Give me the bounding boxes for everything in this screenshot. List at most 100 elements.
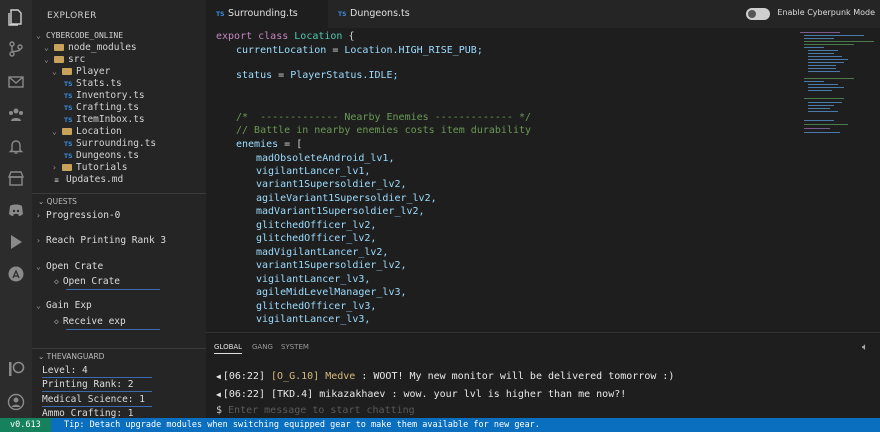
enemy-entry: madVigilantLancer_lv2, [256,247,389,258]
tree-file-surrounding[interactable]: TS Surrounding.ts [64,138,156,150]
megaphone-icon: ◀ [216,390,221,399]
chevron-down-icon: ⌄ [44,43,49,52]
code-editor[interactable]: export class Location { currentLocation … [206,28,796,332]
version-badge[interactable]: v0.613 [0,418,51,432]
stat-level: Level: 4 [42,365,88,376]
markdown-file-icon: ≡ [54,177,60,184]
chevron-down-icon: ⌄ [38,352,47,361]
divider [32,193,206,194]
chevron-right-icon: › [36,211,41,220]
tip-text: Tip: Detach upgrade modules when switchi… [64,420,540,430]
folder-icon [54,56,64,63]
enemy-entry: glitchedOfficer_lv3, [256,301,377,312]
quest-progress-bar [66,329,160,330]
stat-medical-science: Medical Science: 1 [42,394,145,405]
megaphone-icon: ◀ [216,372,221,381]
tree-file-inventory[interactable]: TS Inventory.ts [64,90,145,102]
tree-folder-src[interactable]: ⌄ src [44,54,85,66]
typescript-file-icon: TS [338,11,347,18]
cyberpunk-mode-label: Enable Cyberpunk Mode [777,8,875,17]
tree-file-updates[interactable]: ≡ Updates.md [54,174,123,186]
folder-icon [62,128,72,135]
chat-tab-system[interactable]: SYSTEM [281,343,309,351]
speaker-icon[interactable]: 🔈︎ [862,342,868,353]
enemy-entry: madObsoleteAndroid_lv1, [256,153,395,164]
quest-printing-rank[interactable]: › Reach Printing Rank 3 [36,235,166,247]
chat-input-placeholder: Enter message to start chatting [228,405,415,416]
code-line: export class Location { [216,31,355,42]
app-store-icon[interactable] [7,265,25,283]
quest-open-crate[interactable]: ⌄ Open Crate [36,261,103,273]
sidebar: EXPLORER ⌄ CYBERCODE_ONLINE ⌄ node_modules… [32,0,206,418]
chevron-down-icon: ⌄ [44,55,49,64]
chevron-down-icon: ⌄ [36,262,41,271]
account-icon[interactable] [7,393,25,411]
chevron-down-icon: ⌄ [36,301,41,310]
code-line: currentLocation = Location.HIGH_RISE_PUB… [236,45,483,56]
mail-icon[interactable] [7,73,25,91]
code-line: status = PlayerStatus.IDLE; [236,70,399,81]
editor-tabs: TS Surrounding.ts TS Dungeons.ts Enable Cy… [206,0,880,28]
chevron-right-icon: › [52,163,57,172]
minimap[interactable] [796,28,880,332]
enemy-entry: madVariant1Supersoldier_lv2, [256,206,425,217]
folder-icon [62,164,72,171]
cyberpunk-mode-toggle[interactable] [746,8,770,20]
code-comment: // Battle in nearby enemies costs item d… [236,125,532,136]
enemy-entry: glitchedOfficer_lv2, [256,220,377,231]
chat-input[interactable]: $ Enter message to start chatting [216,405,415,416]
patreon-icon[interactable] [7,360,25,378]
tab-dungeons[interactable]: TS Dungeons.ts [328,0,438,28]
tree-file-stats[interactable]: TS Stats.ts [64,78,122,90]
group-icon[interactable] [7,105,25,123]
chevron-down-icon: ⌄ [52,127,57,136]
tab-surrounding[interactable]: TS Surrounding.ts [206,0,328,28]
enemy-entry: variant1Supersoldier_lv2, [256,260,407,271]
activity-bar [0,0,32,418]
divider [32,348,206,349]
enemy-entry: vigilantLancer_lv3, [256,314,371,325]
tree-root-cybercode-online[interactable]: ⌄ CYBERCODE_ONLINE [36,30,123,42]
bell-icon[interactable] [7,137,25,155]
quest-progression[interactable]: › Progression-0 [36,210,120,222]
enemy-entry: glitchedOfficer_lv2, [256,233,377,244]
tree-folder-player[interactable]: ⌄ Player [52,66,110,78]
chat-message: ◀ [06:22] [O_G.10] Medve : WOOT! My new m… [216,371,675,382]
tree-file-dungeons[interactable]: TS Dungeons.ts [64,150,139,162]
folder-icon [62,68,72,75]
chevron-down-icon: ⌄ [52,67,57,76]
task-diamond-icon: ◇ [54,277,59,286]
quests-header[interactable]: ⌄ QUESTS [32,197,206,206]
stat-printing-rank: Printing Rank: 2 [42,379,134,390]
quest-gain-exp[interactable]: ⌄ Gain Exp [36,300,92,312]
chat-panel: GLOBAL GANG SYSTEM 🔈︎ ◀ [06:22] [O_G.10] … [206,332,880,418]
faction-header[interactable]: ⌄ THEVANGUARD [32,352,206,361]
quest-task-receive-exp[interactable]: ◇ Receive exp [54,316,126,328]
chat-tab-gang[interactable]: GANG [252,343,273,351]
store-icon[interactable] [7,169,25,187]
enemy-entry: agileVariant1Supersoldier_lv2, [256,193,437,204]
explorer-title: EXPLORER [47,11,97,21]
chat-message: ◀ [06:22] [TKD.4] mikazakhaev : wow. your… [216,389,627,400]
files-icon[interactable] [7,8,25,26]
tree-folder-node-modules[interactable]: ⌄ node_modules [44,42,137,54]
tree-folder-location[interactable]: ⌄ Location [52,126,122,138]
enemy-entry: agileMidLevelManager_lv3, [256,287,407,298]
chevron-right-icon: › [36,236,41,245]
quest-task-open-crate[interactable]: ◇ Open Crate [54,276,120,288]
chevron-down-icon: ⌄ [36,31,41,40]
tree-file-iteminbox[interactable]: TS ItemInbox.ts [64,114,145,126]
enemy-entry: vigilantLancer_lv1, [256,166,371,177]
chevron-down-icon: ⌄ [38,197,47,206]
typescript-file-icon: TS [216,11,225,18]
source-control-icon[interactable] [7,40,25,58]
play-store-icon[interactable] [7,233,25,251]
tree-file-crafting[interactable]: TS Crafting.ts [64,102,139,114]
stat-medical-science-bar [42,406,152,407]
enemy-entry: vigilantLancer_lv3, [256,274,371,285]
chat-tab-global[interactable]: GLOBAL [214,343,243,354]
code-line: enemies = [ [236,139,303,150]
tree-folder-tutorials[interactable]: › Tutorials [52,162,127,174]
discord-icon[interactable] [7,201,25,219]
folder-icon [54,44,64,51]
